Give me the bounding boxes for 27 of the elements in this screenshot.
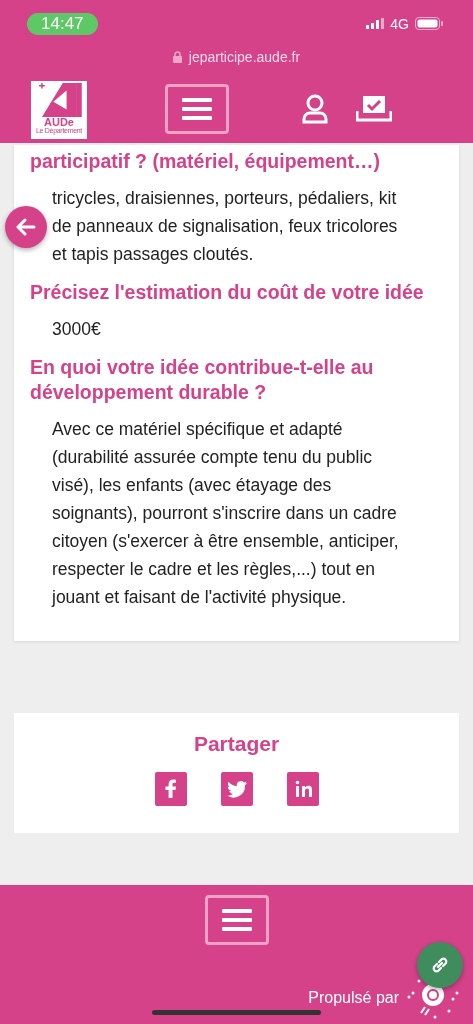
linkedin-icon[interactable]: [286, 772, 319, 806]
menu-button[interactable]: [165, 84, 229, 134]
answer-text: Avec ce matériel spécifique et adapté (durabilité assurée compte tenu du public visé), les enfants (avec étayage des soignants), pourront s'inscrire dans un cadre citoyen (s'exercer à être ensemble, anticiper, respecter le cadre et les règles,...) tout en jouant et faisant de l'activité physique.: [52, 418, 400, 609]
user-icon[interactable]: [302, 94, 328, 124]
signal-icon: [366, 18, 385, 29]
logo-text: AUDe: [44, 117, 74, 128]
share-title: Partager: [193, 732, 280, 756]
battery-icon: [415, 17, 443, 30]
lock-icon: [172, 50, 182, 63]
back-arrow-icon: [16, 218, 36, 236]
question-heading: participatif ? (matériel, équipement…): [30, 149, 381, 174]
link-button[interactable]: [417, 942, 463, 988]
network-label: 4G: [390, 15, 409, 32]
menu-icon: [182, 98, 212, 120]
facebook-icon[interactable]: [154, 772, 187, 806]
back-button[interactable]: [5, 206, 47, 248]
answer-text: 3000€: [52, 318, 102, 341]
url-text[interactable]: jeparticipe.aude.fr: [188, 48, 301, 65]
footer-menu-button[interactable]: [204, 895, 269, 945]
answer-text: tricycles, draisiennes, porteurs, pédaliers, kit de panneaux de signalisation, feux tricolores et tapis passages cloutés.: [52, 187, 399, 266]
status-time: 14:47: [27, 12, 98, 35]
ballot-box-icon[interactable]: [356, 96, 392, 122]
menu-icon: [221, 909, 252, 931]
twitter-icon[interactable]: [220, 772, 253, 806]
question-heading: En quoi votre idée contribue-t-elle au développement durable ?: [30, 355, 375, 405]
powered-by-text: Propulsé par: [308, 989, 399, 1007]
question-heading: Précisez l'estimation du coût de votre idée: [30, 280, 425, 305]
